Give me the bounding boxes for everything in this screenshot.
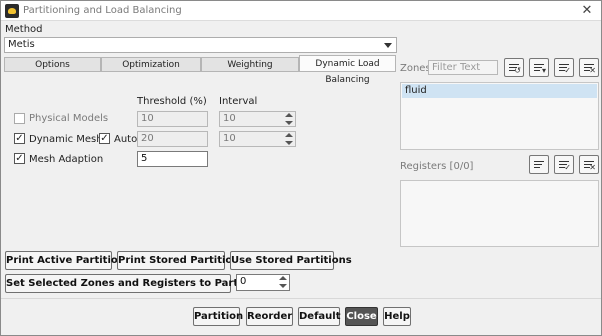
dynamic-mesh-auto-label: Auto bbox=[114, 134, 138, 145]
dynamic-mesh-checkbox[interactable]: ✓ bbox=[14, 133, 25, 144]
partition-button[interactable]: Partition bbox=[193, 307, 243, 326]
dynamic-mesh-label: Dynamic Mesh bbox=[29, 134, 103, 145]
chevron-down-icon: ▾ bbox=[541, 66, 546, 75]
help-button[interactable]: Help bbox=[383, 307, 411, 326]
close-icon: ✕ bbox=[589, 66, 596, 75]
close-icon: ✕ bbox=[589, 163, 596, 172]
registers-list-options-button[interactable] bbox=[529, 155, 549, 174]
zones-filter-input[interactable]: Filter Text bbox=[428, 60, 498, 75]
threshold-header: Threshold (%) bbox=[137, 96, 207, 107]
tab-weighting[interactable]: Weighting bbox=[201, 57, 299, 72]
close-icon[interactable]: ✕ bbox=[579, 3, 595, 19]
tab-dynamic-load-balancing[interactable]: Dynamic Load Balancing bbox=[299, 55, 396, 85]
zones-list[interactable]: fluid bbox=[400, 82, 599, 150]
zones-label: Zones bbox=[400, 63, 431, 74]
app-logo-icon bbox=[5, 4, 19, 18]
interval-header: Interval bbox=[219, 96, 258, 107]
dynamic-mesh-interval-field: 10 bbox=[219, 131, 296, 147]
reorder-button[interactable]: Reorder bbox=[246, 307, 293, 326]
tab-divider bbox=[4, 71, 396, 72]
physical-models-threshold-field: 10 bbox=[137, 111, 208, 127]
spinner-arrows-icon bbox=[285, 113, 293, 125]
zones-select-all-button[interactable]: ✓ bbox=[554, 58, 574, 77]
spinner-arrows-icon[interactable] bbox=[279, 276, 287, 288]
partition-id-input[interactable]: 0 bbox=[236, 274, 290, 291]
list-item[interactable]: fluid bbox=[402, 84, 597, 98]
dynamic-mesh-interval-value: 10 bbox=[223, 133, 236, 144]
method-value: Metis bbox=[8, 39, 35, 50]
window-title: Partitioning and Load Balancing bbox=[23, 5, 182, 16]
physical-models-label: Physical Models bbox=[29, 113, 109, 124]
mesh-adaption-label: Mesh Adaption bbox=[29, 154, 104, 165]
print-stored-partitions-button[interactable]: Print Stored Partitions bbox=[117, 251, 245, 270]
registers-list[interactable] bbox=[400, 180, 599, 247]
footer-divider bbox=[1, 298, 601, 299]
default-button[interactable]: Default bbox=[298, 307, 341, 326]
chevron-down-icon bbox=[384, 43, 392, 48]
mesh-adaption-checkbox[interactable]: ✓ bbox=[14, 153, 25, 164]
check-icon: ✓ bbox=[564, 66, 571, 75]
set-selected-to-partition-id-button[interactable]: Set Selected Zones and Registers to Part… bbox=[5, 274, 279, 293]
tab-optimization[interactable]: Optimization bbox=[101, 57, 201, 72]
method-select[interactable]: Metis bbox=[4, 37, 397, 53]
dynamic-mesh-threshold-field: 20 bbox=[137, 131, 208, 147]
registers-deselect-all-button[interactable]: ✕ bbox=[579, 155, 599, 174]
spinner-arrows-icon bbox=[285, 133, 293, 145]
dynamic-mesh-auto-checkbox[interactable]: ✓ bbox=[99, 133, 110, 144]
registers-select-all-button[interactable]: ✓ bbox=[554, 155, 574, 174]
use-stored-partitions-button[interactable]: Use Stored Partitions bbox=[230, 251, 352, 270]
dialog-window: Partitioning and Load Balancing ✕ Method… bbox=[0, 0, 602, 336]
zones-list-options-button[interactable]: ▾ bbox=[529, 58, 549, 77]
mesh-adaption-threshold-input[interactable]: 5 bbox=[137, 151, 208, 167]
zones-filter-reset-button[interactable]: ↺ bbox=[504, 58, 524, 77]
check-icon: ✓ bbox=[564, 163, 571, 172]
close-button[interactable]: Close bbox=[345, 307, 378, 326]
tab-options[interactable]: Options bbox=[4, 57, 101, 72]
physical-models-interval-value: 10 bbox=[223, 113, 236, 124]
title-bar: Partitioning and Load Balancing ✕ bbox=[1, 1, 601, 21]
print-active-partitions-button[interactable]: Print Active Partitions bbox=[5, 251, 131, 270]
physical-models-checkbox[interactable] bbox=[14, 113, 25, 124]
refresh-icon: ↺ bbox=[514, 66, 521, 75]
registers-label: Registers [0/0] bbox=[400, 161, 474, 172]
physical-models-interval-field: 10 bbox=[219, 111, 296, 127]
partition-id-value: 0 bbox=[240, 276, 247, 287]
method-label: Method bbox=[5, 24, 43, 35]
zones-deselect-all-button[interactable]: ✕ bbox=[579, 58, 599, 77]
